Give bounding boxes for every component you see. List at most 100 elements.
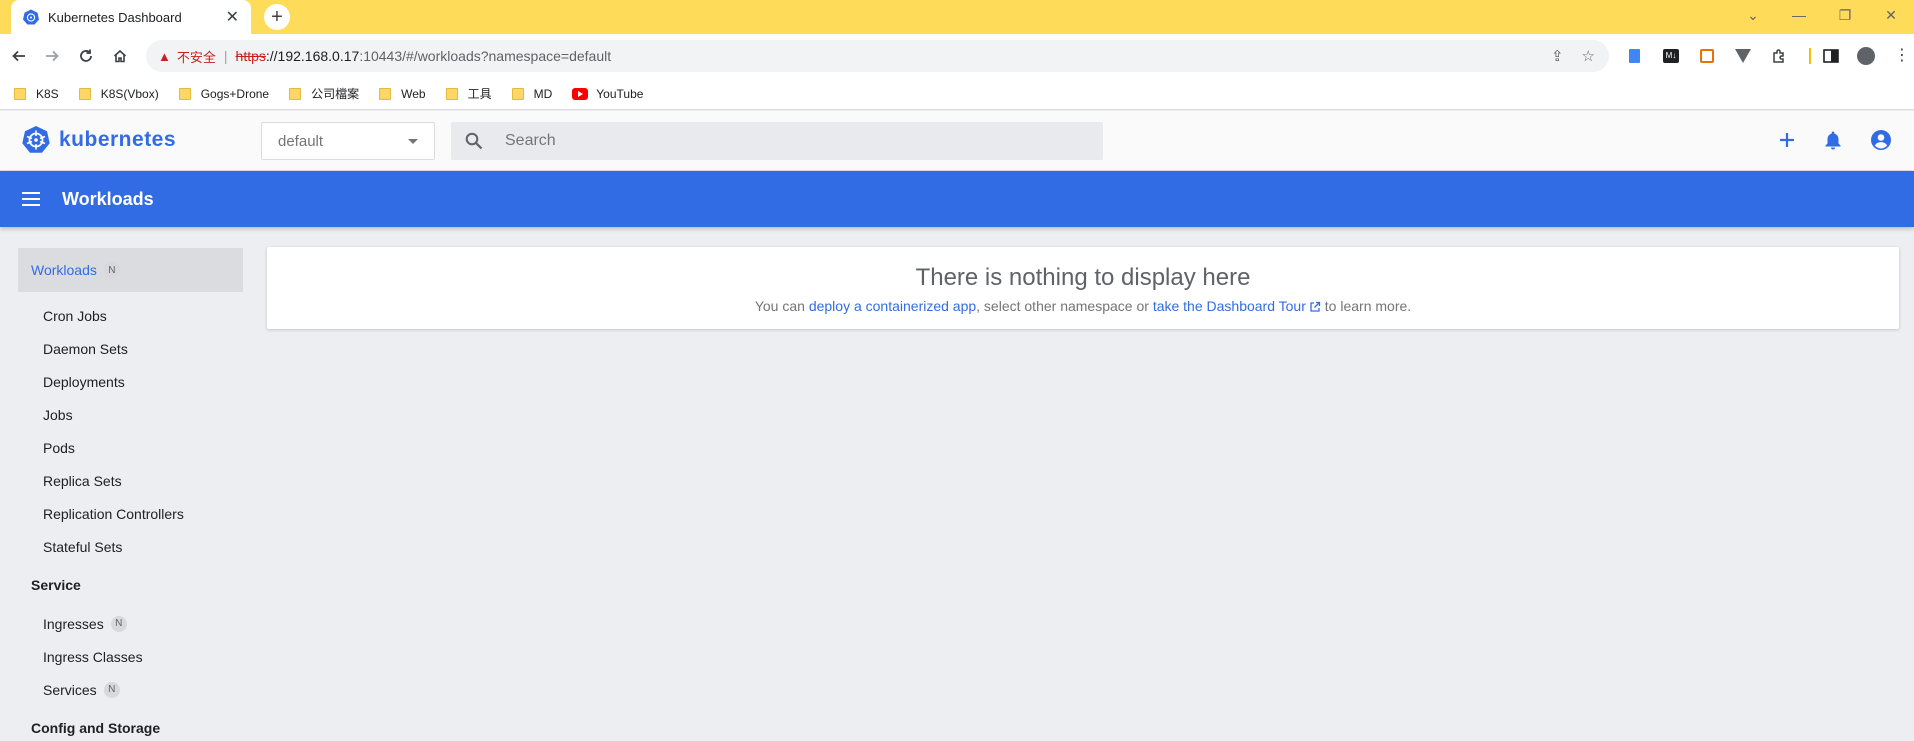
url-path: :10443/#/workloads?namespace=default: [359, 48, 612, 64]
insecure-label: 不安全: [176, 49, 216, 65]
minimize-icon[interactable]: —: [1776, 7, 1822, 23]
folder-icon: [289, 87, 302, 100]
side-panel-icon[interactable]: [1821, 46, 1841, 66]
sidebar-item-label: Jobs: [43, 406, 73, 423]
menu-hamburger-icon[interactable]: [22, 192, 40, 206]
sidebar-item-services[interactable]: Services N: [18, 673, 243, 706]
deploy-app-link[interactable]: deploy a containerized app: [809, 298, 976, 314]
kubernetes-favicon-icon: [23, 9, 39, 25]
sidebar-item-stateful-sets[interactable]: Stateful Sets: [18, 530, 243, 563]
window-controls: ⌄ — ❐ ✕: [1730, 0, 1914, 30]
close-window-icon[interactable]: ✕: [1868, 7, 1914, 24]
sidebar-item-daemon-sets[interactable]: Daemon Sets: [18, 332, 243, 365]
dropdown-caret-icon: [408, 138, 418, 144]
bookmark-youtube[interactable]: YouTube: [572, 87, 643, 101]
forward-icon[interactable]: [40, 44, 64, 68]
toolbar-divider: [1800, 46, 1820, 66]
sidebar-item-label: Cron Jobs: [43, 307, 107, 324]
menu-kebab-icon[interactable]: ⋮: [1892, 46, 1912, 66]
new-tab-button[interactable]: +: [264, 4, 290, 30]
sidebar-group-label: Config and Storage: [31, 720, 161, 736]
profile-avatar-icon[interactable]: [1856, 46, 1876, 66]
home-icon[interactable]: [108, 44, 132, 68]
extensions-puzzle-icon[interactable]: [1769, 46, 1789, 66]
folder-icon: [14, 87, 26, 100]
folder-icon: [511, 87, 524, 100]
bookmark-md[interactable]: MD: [511, 86, 553, 101]
namespace-selector[interactable]: default: [261, 122, 435, 160]
create-plus-icon[interactable]: [1778, 131, 1796, 149]
sidebar-item-jobs[interactable]: Jobs: [18, 398, 243, 431]
sidebar-item-label: Replica Sets: [43, 472, 122, 489]
address-bar[interactable]: ▲ 不安全 | https://192.168.0.17:10443/#/wor…: [146, 40, 1609, 72]
back-icon[interactable]: [7, 44, 31, 68]
tab-search-icon[interactable]: ⌄: [1730, 7, 1776, 24]
empty-text-1: You can: [754, 298, 809, 314]
sidebar-item-pods[interactable]: Pods: [18, 431, 243, 464]
sidebar-group-service[interactable]: Service: [18, 563, 243, 607]
tab-title: Kubernetes Dashboard: [48, 9, 182, 25]
extension-docs-icon[interactable]: [1624, 46, 1644, 66]
bookmark-label: K8S(Vbox): [100, 86, 159, 101]
reload-icon[interactable]: [74, 44, 98, 68]
bookmark-star-icon[interactable]: ☆: [1582, 47, 1595, 65]
sidebar-item-workloads[interactable]: Workloads N: [18, 248, 243, 292]
close-tab-icon[interactable]: ✕: [226, 7, 239, 27]
bookmark-label: Gogs+Drone: [200, 86, 270, 101]
sidebar-item-replica-sets[interactable]: Replica Sets: [18, 464, 243, 497]
share-icon[interactable]: ⇪: [1551, 47, 1564, 65]
namespaced-badge: N: [103, 262, 120, 278]
restore-icon[interactable]: ❐: [1822, 7, 1868, 24]
bookmark-label: MD: [533, 86, 553, 101]
sidebar-item-ingresses[interactable]: Ingresses N: [18, 607, 243, 640]
page-title: Workloads: [62, 188, 154, 209]
extension-md-icon[interactable]: M↓: [1661, 46, 1681, 66]
search-icon: [465, 132, 483, 150]
sidebar-item-cron-jobs[interactable]: Cron Jobs: [18, 299, 243, 332]
sidebar-item-ingress-classes[interactable]: Ingress Classes: [18, 640, 243, 673]
address-separator: |: [223, 48, 228, 64]
namespace-value: default: [278, 132, 324, 150]
sidebar-item-label: Workloads: [31, 262, 97, 278]
search-input[interactable]: [505, 132, 1065, 150]
url-host: ://192.168.0.17: [265, 48, 360, 64]
header-actions: [1778, 129, 1892, 151]
sidebar-nav: Workloads N Cron Jobs Daemon Sets Deploy…: [18, 248, 243, 741]
sidebar-item-deployments[interactable]: Deployments: [18, 365, 243, 398]
kubernetes-wheel-icon: [22, 126, 50, 153]
browser-toolbar: ▲ 不安全 | https://192.168.0.17:10443/#/wor…: [0, 34, 1914, 78]
bookmark-gogs-drone[interactable]: Gogs+Drone: [178, 86, 270, 101]
search-box[interactable]: [451, 122, 1103, 160]
bookmark-web[interactable]: Web: [379, 87, 426, 101]
sidebar-group-config-storage[interactable]: Config and Storage: [18, 706, 243, 741]
browser-tab-strip: Kubernetes Dashboard ✕ + ⌄ — ❐ ✕: [0, 0, 1914, 34]
bookmark-tools[interactable]: 工具: [445, 85, 492, 102]
bookmark-company-files[interactable]: 公司檔案: [289, 85, 359, 102]
dashboard-tour-link[interactable]: take the Dashboard Tour: [1153, 298, 1321, 314]
extension-image-icon[interactable]: [1697, 46, 1717, 66]
folder-icon: [78, 87, 91, 100]
kubernetes-logo[interactable]: kubernetes: [21, 125, 176, 155]
app-header: kubernetes default: [0, 111, 1914, 171]
bookmark-label: 公司檔案: [311, 87, 360, 101]
bookmark-k8s-vbox[interactable]: K8S(Vbox): [78, 86, 159, 101]
sidebar-item-label: Services: [43, 681, 97, 698]
sidebar-item-replication-controllers[interactable]: Replication Controllers: [18, 497, 243, 530]
empty-state-message: You can deploy a containerized app, sele…: [267, 298, 1899, 314]
namespaced-badge: N: [103, 681, 120, 698]
warning-icon: ▲: [158, 48, 171, 64]
sidebar-item-label: Ingresses: [43, 615, 104, 632]
namespaced-badge: N: [110, 615, 127, 632]
folder-icon: [379, 87, 392, 100]
bookmark-k8s[interactable]: K8S: [14, 87, 59, 101]
account-circle-icon[interactable]: [1870, 129, 1892, 151]
folder-icon: [445, 87, 458, 100]
sidebar-item-label: Replication Controllers: [43, 505, 184, 522]
extension-vue-icon[interactable]: [1733, 46, 1753, 66]
empty-text-3: to learn more.: [1320, 298, 1412, 314]
empty-state-card: There is nothing to display here You can…: [267, 247, 1899, 329]
browser-tab[interactable]: Kubernetes Dashboard ✕: [11, 0, 251, 34]
open-in-new-icon: [1310, 301, 1321, 312]
sidebar-group-label: Service: [31, 577, 81, 593]
notifications-bell-icon[interactable]: [1824, 130, 1842, 150]
